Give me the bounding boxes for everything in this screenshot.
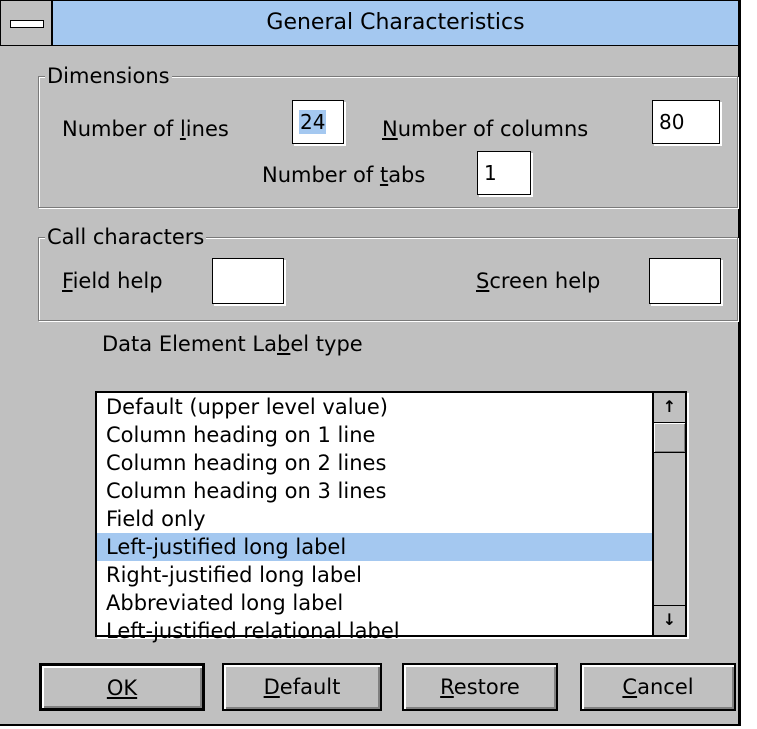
list-item[interactable]: Abbreviated long label: [97, 589, 653, 617]
list-item[interactable]: Default (upper level value): [97, 393, 653, 421]
number-of-lines-input[interactable]: 24: [292, 100, 344, 144]
list-item[interactable]: Column heading on 3 lines: [97, 477, 653, 505]
system-menu-icon[interactable]: [1, 1, 53, 45]
field-help-label: Field help: [62, 269, 163, 293]
columns-label: Number of columns: [382, 117, 589, 141]
screen-help-label: Screen help: [476, 269, 601, 293]
number-of-columns-input[interactable]: 80: [652, 100, 720, 144]
arrow-up-icon[interactable]: ↑: [654, 393, 685, 423]
list-item[interactable]: Right-justified long label: [97, 561, 653, 589]
label-type-heading: Data Element Label type: [102, 332, 363, 356]
general-characteristics-dialog: General Characteristics Dimensions Numbe…: [0, 0, 741, 726]
list-item[interactable]: Column heading on 1 line: [97, 421, 653, 449]
restore-button[interactable]: Restore: [402, 663, 558, 711]
dimensions-group: Dimensions: [38, 63, 738, 208]
list-scrollbar[interactable]: ↑ ↓: [652, 393, 685, 635]
ok-button[interactable]: OK: [39, 663, 205, 711]
arrow-down-icon[interactable]: ↓: [654, 605, 685, 635]
cancel-button[interactable]: Cancel: [580, 663, 736, 711]
number-of-tabs-input[interactable]: 1: [477, 151, 531, 195]
dimensions-group-label: Dimensions: [45, 63, 172, 89]
list-item[interactable]: Column heading on 2 lines: [97, 449, 653, 477]
list-item[interactable]: Left-justified relational label: [97, 617, 653, 645]
field-help-input[interactable]: [212, 258, 284, 304]
tabs-label: Number of tabs: [262, 163, 426, 187]
screen-help-input[interactable]: [649, 258, 721, 304]
dialog-title: General Characteristics: [266, 10, 525, 35]
list-item[interactable]: Field only: [97, 505, 653, 533]
title-bar: General Characteristics: [0, 0, 739, 46]
default-button[interactable]: Default: [222, 663, 382, 711]
label-type-items: Default (upper level value) Column headi…: [97, 393, 653, 645]
list-item-selected[interactable]: Left-justified long label: [97, 533, 653, 561]
label-type-listbox[interactable]: Default (upper level value) Column headi…: [95, 391, 687, 643]
call-characters-group-label: Call characters: [45, 224, 207, 250]
lines-label: Number of lines: [62, 117, 229, 141]
scroll-thumb[interactable]: [654, 423, 685, 453]
